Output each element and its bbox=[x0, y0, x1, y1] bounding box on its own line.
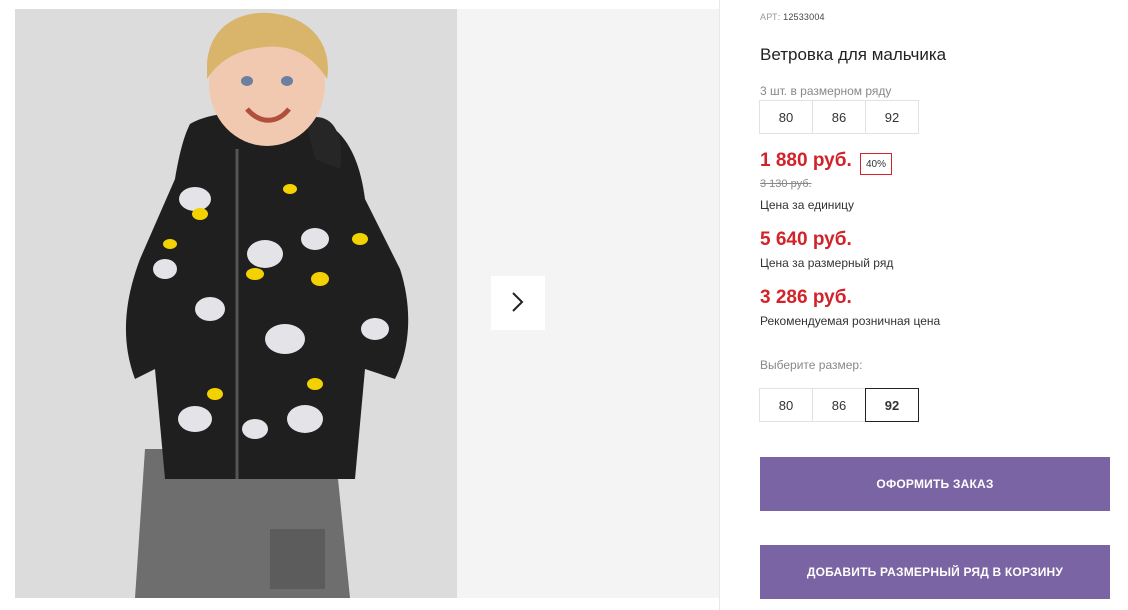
panel-divider bbox=[719, 0, 720, 610]
old-price: 3 130 руб. bbox=[760, 178, 812, 190]
product-page: АРТ: 12533004 Ветровка для мальчика 3 шт… bbox=[0, 0, 1128, 610]
product-gallery bbox=[15, 9, 719, 598]
unit-price-caption: Цена за единицу bbox=[760, 198, 855, 212]
size-option-86[interactable]: 86 bbox=[812, 388, 866, 422]
unit-price: 1 880 руб. bbox=[760, 150, 852, 171]
gallery-next-button[interactable] bbox=[491, 276, 545, 330]
pack-price-caption: Цена за размерный ряд bbox=[760, 256, 894, 270]
size-option-92[interactable]: 92 bbox=[865, 388, 919, 422]
pack-size-cell: 92 bbox=[865, 100, 919, 134]
size-option-80[interactable]: 80 bbox=[759, 388, 813, 422]
add-pack-to-cart-button[interactable]: Добавить размерный ряд в корзину bbox=[760, 545, 1110, 599]
chevron-right-icon bbox=[511, 291, 525, 316]
pack-size-cell: 86 bbox=[812, 100, 866, 134]
size-selector: 80 86 92 bbox=[759, 388, 919, 422]
pack-sizes: 80 86 92 bbox=[759, 100, 919, 134]
sku-label: АРТ: bbox=[760, 12, 781, 22]
pack-price: 5 640 руб. bbox=[760, 229, 852, 250]
retail-price-caption: Рекомендуемая розничная цена bbox=[760, 314, 941, 328]
product-photo-illustration bbox=[15, 9, 457, 598]
sku: АРТ: 12533004 bbox=[760, 12, 825, 22]
sku-value: 12533004 bbox=[783, 12, 825, 22]
pack-sizes-label: 3 шт. в размерном ряду bbox=[760, 84, 892, 98]
discount-badge: 40% bbox=[860, 153, 893, 175]
retail-price: 3 286 руб. bbox=[760, 287, 852, 308]
product-title: Ветровка для мальчика bbox=[760, 45, 947, 64]
product-photo[interactable] bbox=[15, 9, 457, 598]
order-button[interactable]: Оформить заказ bbox=[760, 457, 1110, 511]
choose-size-label: Выберите размер: bbox=[760, 358, 863, 372]
pack-size-cell: 80 bbox=[759, 100, 813, 134]
